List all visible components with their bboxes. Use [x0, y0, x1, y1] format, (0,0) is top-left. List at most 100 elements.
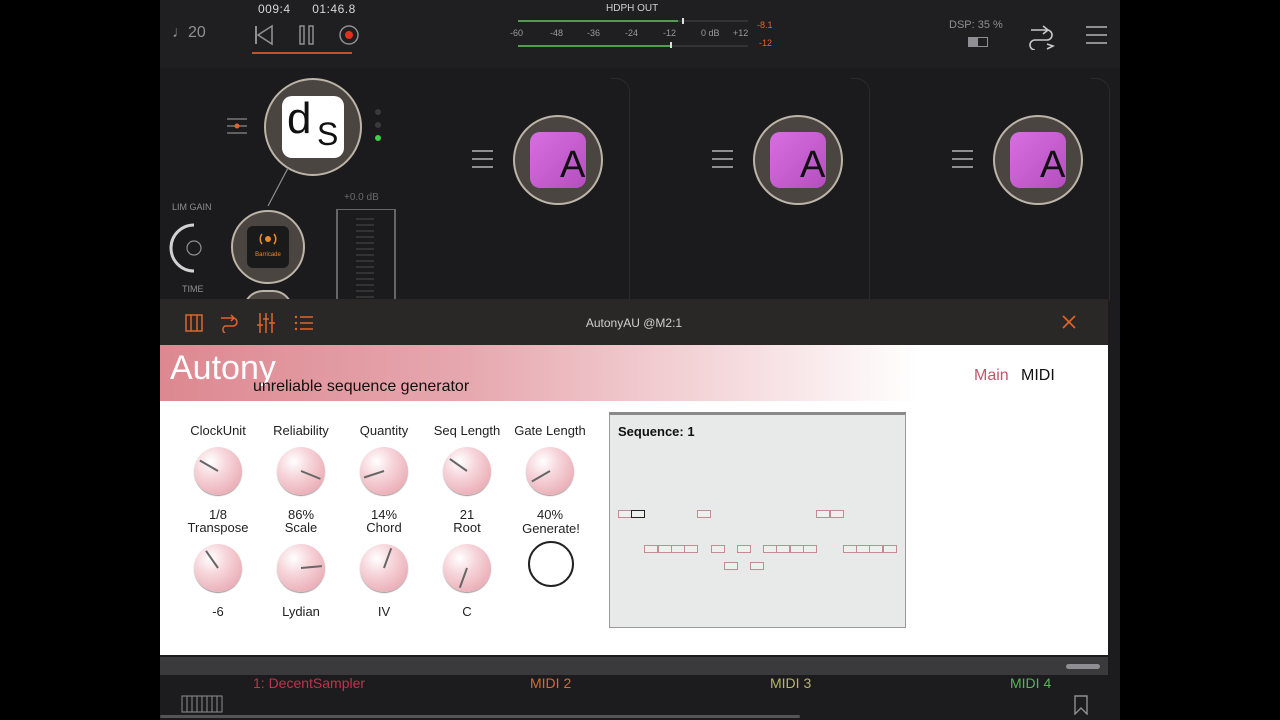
sequence-note — [644, 545, 658, 553]
close-plugin-button[interactable] — [1062, 315, 1076, 334]
column-divider — [1091, 78, 1110, 301]
sequence-note — [869, 545, 883, 553]
autony-logo: A — [530, 132, 586, 188]
barricade-node[interactable]: Barricade — [231, 210, 305, 284]
knob-label: Scale — [284, 520, 318, 535]
rotary-knob[interactable] — [526, 447, 574, 495]
record-button[interactable] — [336, 22, 362, 48]
node-rack: d S LIM GAIN TIME Barricade +0.0 dB A A … — [160, 68, 1120, 310]
host-app: ♩20 009:4 01:46.8 HDPH OUT -60 -48 -36 -… — [160, 0, 1120, 720]
track-tab-4[interactable]: MIDI 4 — [1010, 675, 1051, 691]
meter-level-left — [518, 20, 678, 22]
status-dot-active — [375, 135, 381, 141]
bookmark-button[interactable] — [1073, 695, 1089, 720]
time-position: 01:46.8 — [312, 2, 356, 16]
autony-ui: Autony unreliable sequence generator Mai… — [160, 345, 1108, 655]
transport-progress-line — [252, 52, 352, 54]
sequence-note — [737, 545, 751, 553]
main-menu-button[interactable] — [1086, 26, 1107, 50]
menu-icon — [1086, 42, 1107, 44]
knob-indicator — [205, 550, 219, 569]
rewind-button[interactable] — [251, 22, 277, 48]
logo-letter: A — [1040, 144, 1066, 186]
autony-logo: A — [1010, 132, 1066, 188]
logo-letter: A — [800, 144, 826, 186]
plugin-window-bottom-bar — [160, 657, 1108, 675]
knob-cell: Seq Length 21 — [425, 423, 509, 522]
column-menu-button[interactable] — [952, 150, 973, 174]
menu-icon — [1086, 34, 1107, 36]
bookmark-icon — [1074, 695, 1088, 716]
knob-value: 40% — [536, 507, 564, 522]
routing-button[interactable] — [1027, 22, 1056, 55]
arc-knob-icon — [169, 223, 202, 273]
sequence-note — [750, 562, 764, 570]
resize-handle[interactable] — [1066, 664, 1100, 669]
meter-level-right — [518, 45, 670, 47]
mixer-toggle-button[interactable] — [227, 116, 247, 141]
tempo-display[interactable]: ♩20 — [172, 24, 206, 42]
decentsampler-node[interactable]: d S — [264, 78, 362, 176]
tab-midi[interactable]: MIDI — [1021, 367, 1055, 385]
knob-cell: Chord IV — [342, 520, 426, 619]
meter-scale-label: -48 — [550, 28, 564, 38]
sequence-note — [883, 545, 897, 553]
rotary-knob[interactable] — [443, 544, 491, 592]
dsp-load: DSP: 35 % — [949, 19, 1003, 31]
rotary-knob[interactable] — [194, 544, 242, 592]
knob-value: Lydian — [282, 604, 320, 619]
menu-icon — [472, 166, 493, 168]
knob-value: C — [462, 604, 472, 619]
knob-value: IV — [377, 604, 391, 619]
horizontal-scrollbar[interactable] — [160, 715, 800, 718]
column-menu-button[interactable] — [472, 150, 493, 174]
sliders-icon — [227, 118, 247, 134]
generate-cell: Generate! — [509, 521, 593, 587]
tab-main[interactable]: Main — [974, 367, 1009, 385]
autony-node-1[interactable]: A — [513, 115, 603, 205]
knob-indicator — [300, 470, 321, 480]
knob-indicator — [531, 470, 551, 483]
column-menu-button[interactable] — [712, 150, 733, 174]
knob-label: Quantity — [359, 423, 409, 438]
autony-banner: Autony unreliable sequence generator Mai… — [160, 345, 1108, 401]
sequence-note — [724, 562, 738, 570]
knob-cell: Root C — [425, 520, 509, 619]
rotary-knob[interactable] — [277, 544, 325, 592]
autony-tagline: unreliable sequence generator — [253, 378, 470, 395]
rotary-knob[interactable] — [194, 447, 242, 495]
meter-scale-label: +12 — [733, 28, 749, 38]
autony-node-3[interactable]: A — [993, 115, 1083, 205]
output-fader[interactable] — [336, 209, 396, 308]
track-footer: 1: DecentSampler MIDI 2 MIDI 3 MIDI 4 — [160, 657, 1120, 720]
meter-scale-label: -36 — [587, 28, 601, 38]
rotary-knob[interactable] — [360, 544, 408, 592]
menu-icon — [712, 158, 733, 160]
bar-beat-position: 009:4 — [258, 2, 291, 16]
generate-button[interactable] — [528, 541, 574, 587]
rotary-knob[interactable] — [443, 447, 491, 495]
limiter-gain-knob[interactable] — [166, 222, 216, 279]
decentsampler-logo: d S — [282, 94, 344, 158]
menu-icon — [952, 158, 973, 160]
sequence-note — [790, 545, 804, 553]
barricade-logo: Barricade — [247, 226, 289, 268]
track-tab-2[interactable]: MIDI 2 — [530, 675, 571, 691]
pause-button[interactable] — [294, 22, 320, 48]
meter-scale-label: -12 — [663, 28, 677, 38]
piano-keys-icon — [181, 695, 223, 713]
rotary-knob[interactable] — [360, 447, 408, 495]
autony-logo: A — [770, 132, 826, 188]
track-tab-1[interactable]: 1: DecentSampler — [253, 675, 365, 691]
autony-node-2[interactable]: A — [753, 115, 843, 205]
meter-peak-marker — [670, 42, 672, 48]
sequence-note — [671, 545, 685, 553]
rotary-knob[interactable] — [277, 447, 325, 495]
sequence-note — [763, 545, 777, 553]
track-tab-3[interactable]: MIDI 3 — [770, 675, 811, 691]
knob-cell: Quantity 14% — [342, 423, 426, 522]
meter-scale-label: 0 dB — [701, 28, 720, 38]
sequence-note — [856, 545, 870, 553]
column-divider — [611, 78, 630, 301]
plugin-window-title: AutonyAU @M2:1 — [585, 316, 683, 330]
